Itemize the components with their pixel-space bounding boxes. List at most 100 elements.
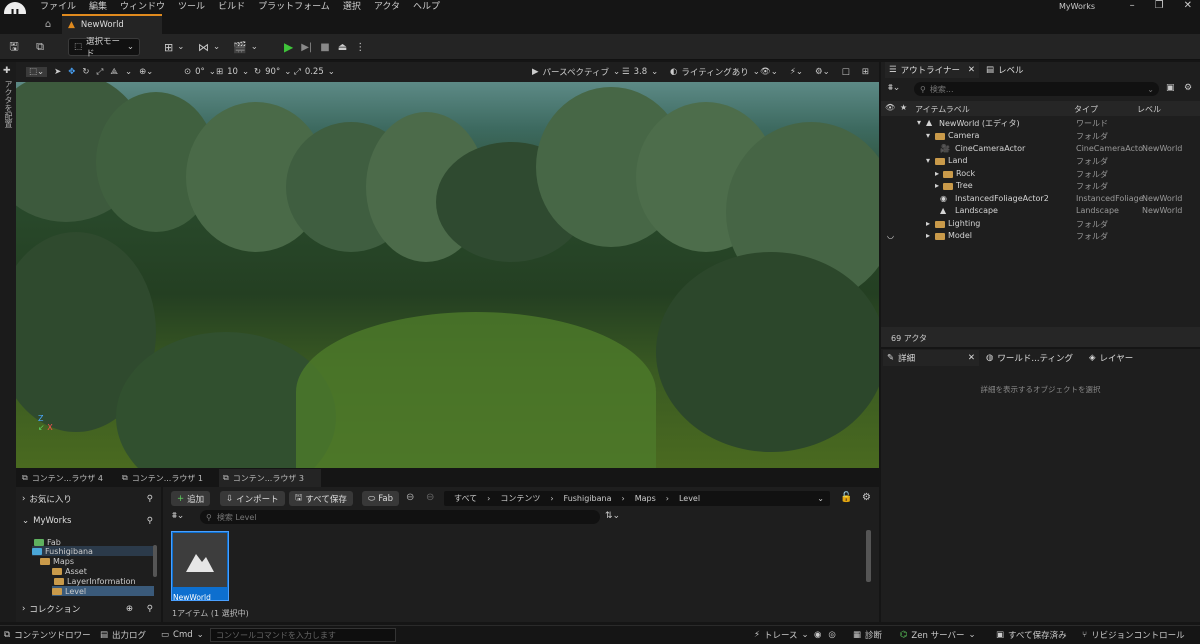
menu-tools[interactable]: ツール [178, 1, 205, 13]
tab-levels[interactable]: ▤ レベル [986, 62, 1024, 78]
lighting-mode-dropdown[interactable]: ◐ ライティングあり ⌄ [670, 63, 760, 81]
level-viewport[interactable]: Z ↙ X [16, 82, 879, 468]
console-input[interactable]: コンソールコマンドを入力します [210, 628, 396, 642]
add-folder-icon[interactable]: ▣ [1166, 83, 1175, 93]
close-icon[interactable]: ✕ [968, 65, 975, 75]
place-actors-label[interactable]: アクタを配置 [3, 80, 14, 128]
outliner-row[interactable]: ▸ Tree フォルダ [883, 181, 1200, 194]
outliner-row[interactable]: ◡ ▸ Model フォルダ [883, 231, 1200, 244]
settings-icon[interactable]: ⚙ [1184, 83, 1192, 93]
add-button[interactable]: + 追加 [171, 491, 211, 506]
tab-layers[interactable]: ◈ レイヤー [1089, 350, 1133, 366]
content-drawer-button[interactable]: ⧉ コンテンツドロワー [4, 628, 91, 642]
mode-select-dropdown[interactable]: ⬚ 選択モード ⌄ [68, 37, 140, 59]
tab-level[interactable]: ▲ NewWorld [62, 14, 162, 34]
expand-icon[interactable]: ▸ [935, 181, 939, 190]
menu-file[interactable]: ファイル [40, 1, 76, 13]
breadcrumb-item[interactable]: すべて [454, 493, 477, 504]
rotation-snap-setting[interactable]: ↻ 90° ⌄ [254, 63, 291, 81]
column-label[interactable]: アイテムラベル [915, 104, 970, 115]
rotate-icon[interactable]: ↻ [82, 67, 89, 77]
search-icon[interactable]: ⚲ [147, 494, 153, 504]
trace-dropdown[interactable]: ⚡ トレース ⌄ [754, 628, 809, 642]
folder-layerinformation[interactable]: LayerInformation [54, 576, 136, 586]
search-icon[interactable]: ⚲ [147, 604, 153, 614]
outliner-row[interactable]: ▾ ▲ NewWorld (エディタ) ワールド [883, 118, 1200, 131]
move-icon[interactable]: ✥ [68, 67, 75, 77]
add-collection-icon[interactable]: ⊕ [126, 604, 133, 614]
menu-actor[interactable]: アクタ [374, 1, 400, 13]
select-arrow-icon[interactable]: ➤ [54, 67, 61, 77]
select-dropdown-icon[interactable]: ⬚⌄ [26, 67, 48, 77]
save-icon[interactable]: 🖫 [6, 39, 22, 55]
assets-scrollbar[interactable] [866, 530, 871, 582]
tab-content-browser-1[interactable]: ⧉ コンテン...ラウザ 1 [118, 469, 216, 487]
expand-icon[interactable]: ▾ [926, 156, 930, 165]
save-all-button[interactable]: 🖫 すべて保存 [289, 491, 353, 506]
tab-content-browser-3[interactable]: ⧉ コンテン...ラウザ 3 [219, 469, 321, 487]
stop-icon[interactable]: ■ [320, 42, 329, 53]
menu-window[interactable]: ウィンドウ [120, 1, 165, 13]
grid-snap-setting[interactable]: ⊙ 0° ⌄ [184, 63, 216, 81]
folder-maps[interactable]: Maps [40, 556, 74, 566]
output-log-button[interactable]: ▤ 出力ログ [100, 628, 146, 642]
expand-icon[interactable]: ▾ [926, 131, 930, 140]
chevron-down-icon[interactable]: ⌄ [125, 67, 132, 77]
menu-platform[interactable]: プラットフォーム [258, 1, 330, 13]
menu-help[interactable]: ヘルプ [413, 1, 440, 13]
outliner-row[interactable]: ▾ Camera フォルダ [883, 131, 1200, 144]
browse-icon[interactable]: ⧉ [32, 39, 48, 55]
surface-snap-icon[interactable]: ⟁ [110, 67, 118, 77]
expand-icon[interactable]: ▸ [926, 231, 930, 240]
show-flags-icon[interactable]: 👁⌄ [760, 67, 778, 77]
fab-button[interactable]: ⬭ Fab [362, 491, 399, 506]
home-icon[interactable]: ⌂ [36, 14, 60, 34]
cmd-dropdown[interactable]: ▭ Cmd ⌄ [161, 628, 204, 642]
maximize-viewport-icon[interactable]: □ [842, 67, 850, 77]
outliner-row[interactable]: ▸ Rock フォルダ [883, 169, 1200, 182]
folder-asset[interactable]: Asset [52, 566, 87, 576]
breadcrumb-item[interactable]: コンテンツ [500, 493, 540, 504]
asset-search-input[interactable]: ⚲ 検索 Level [200, 510, 600, 524]
breadcrumb-item[interactable]: Fushigibana [564, 494, 612, 503]
history-forward-icon[interactable]: ⊖ [426, 492, 434, 503]
maximize-icon[interactable]: ❐ [1155, 0, 1164, 11]
location-snap-setting[interactable]: ⊞ 10 ⌄ [216, 63, 249, 81]
folder-level[interactable]: Level [52, 586, 154, 596]
outliner-row[interactable]: 🎥 CineCameraActor CineCameraActo NewWorl… [883, 144, 1200, 157]
outliner-row[interactable]: ▾ Land フォルダ [883, 156, 1200, 169]
menu-build[interactable]: ビルド [218, 1, 245, 13]
zen-server-button[interactable]: ⌬ Zen サーバー ⌄ [900, 628, 976, 642]
star-icon[interactable]: ★ [900, 103, 907, 112]
column-type[interactable]: タイプ [1074, 104, 1098, 115]
cinematics-button[interactable]: 🎬 ⌄ [233, 38, 258, 56]
record-icon[interactable]: ◉ [814, 630, 821, 640]
expand-icon[interactable]: ▸ [935, 169, 939, 178]
menu-edit[interactable]: 編集 [89, 1, 107, 13]
coordinate-space-icon[interactable]: ⊕⌄ [139, 67, 153, 77]
filter-icon[interactable]: ⩩⌄ [172, 511, 184, 521]
scale-snap-setting[interactable]: ⤢ 0.25 ⌄ [294, 63, 335, 81]
column-level[interactable]: レベル [1137, 104, 1161, 115]
settings-icon[interactable]: ⚙⌄ [815, 67, 830, 77]
expand-icon[interactable]: ▸ [926, 219, 930, 228]
outliner-search-input[interactable]: ⚲ 検索... ⌄ [914, 82, 1159, 96]
tab-world-settings[interactable]: ◍ ワールド...ティング [986, 350, 1073, 366]
expand-icon[interactable]: ▾ [917, 118, 921, 127]
add-content-button[interactable]: ⊞ ⌄ [164, 38, 184, 56]
lock-icon[interactable]: 🔓 [840, 492, 852, 503]
outliner-row[interactable]: ▸ Lighting フォルダ [883, 219, 1200, 232]
filter-icon[interactable]: ⩩⌄ [888, 83, 900, 93]
import-button[interactable]: ⇩ インポート [220, 491, 285, 506]
view-mode-dropdown[interactable]: ▶ パースペクティブ ⌄ [532, 63, 620, 81]
diagnostics-button[interactable]: ▦ 診断 [853, 628, 882, 642]
history-back-icon[interactable]: ⊖ [406, 492, 414, 503]
settings-icon[interactable]: ⚙ [862, 492, 871, 503]
place-actors-icon[interactable]: ✚ [3, 66, 11, 76]
step-icon[interactable]: ▶| [301, 42, 312, 53]
scale-icon[interactable]: ⤢ [97, 67, 104, 77]
performance-icon[interactable]: ⚡⌄ [790, 67, 803, 77]
play-icon[interactable]: ▶ [284, 40, 293, 54]
folder-fushigibana[interactable]: Fushigibana [32, 546, 154, 556]
chevron-down-icon[interactable]: ⌄ [817, 494, 824, 503]
